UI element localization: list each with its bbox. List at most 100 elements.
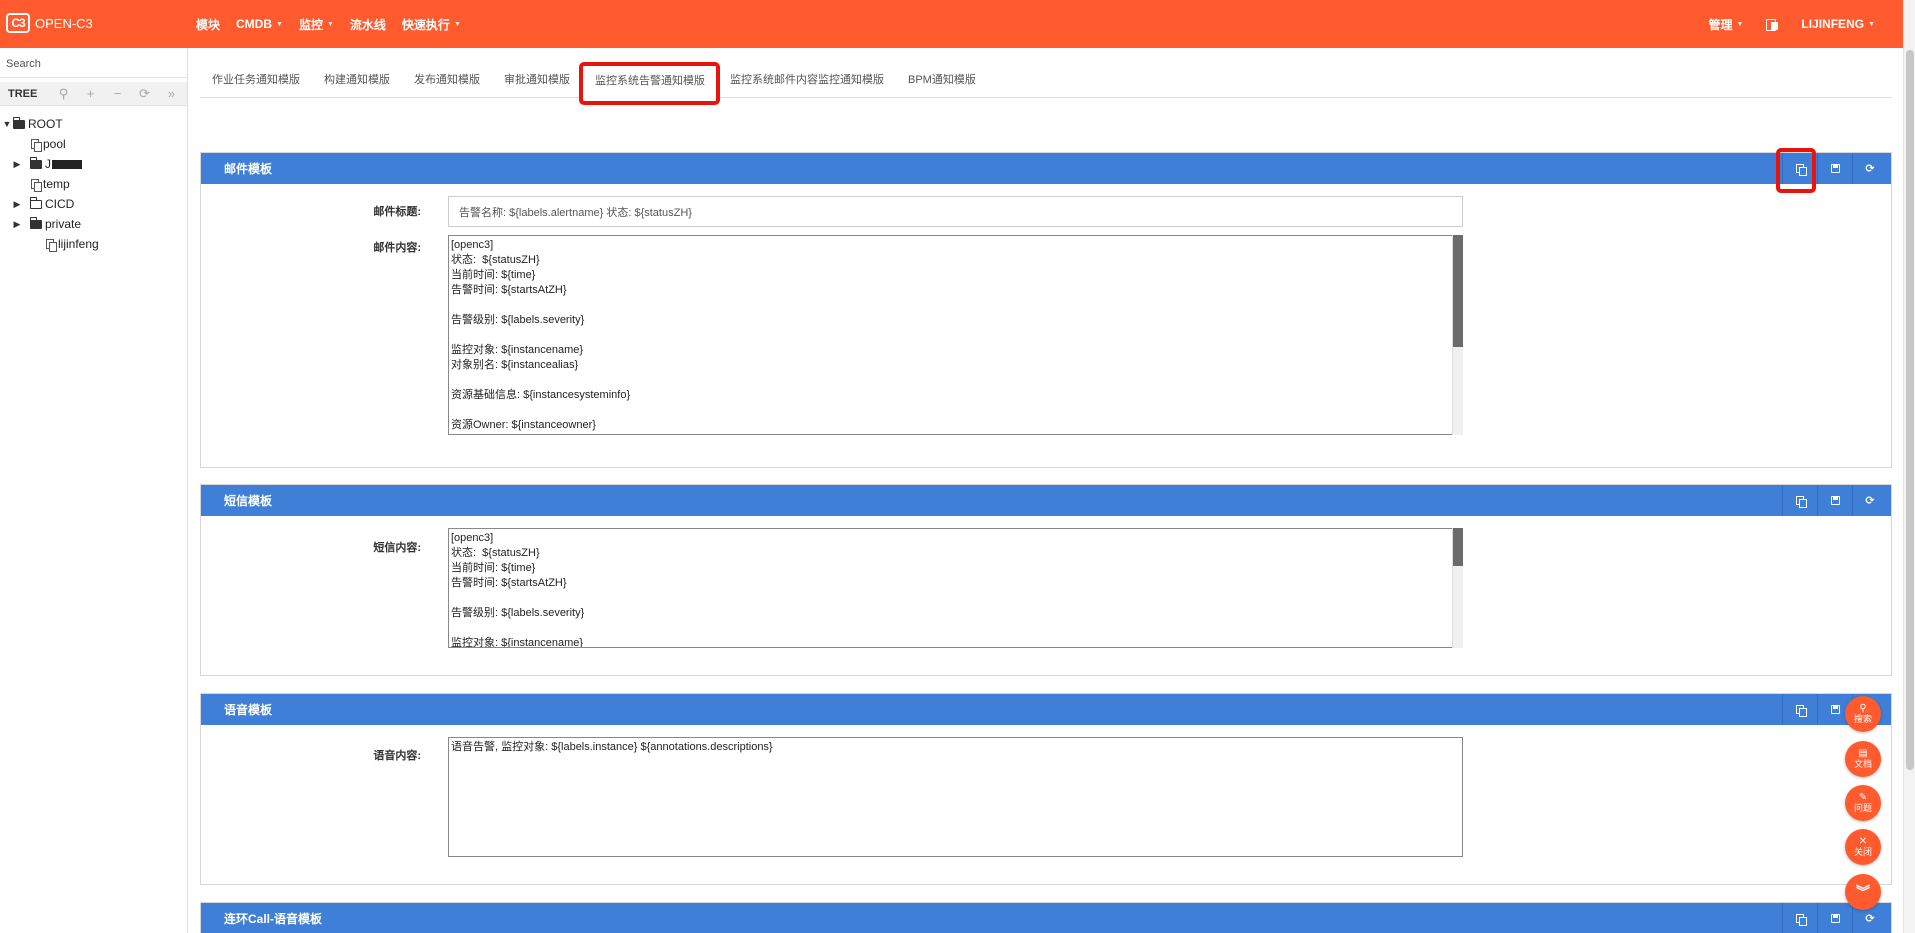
sms-content-textarea[interactable] (448, 528, 1463, 648)
main-nav: 模块 CMDB ▼ 监控▼ 流水线 快速执行▼ (196, 0, 477, 48)
folder-open-icon (13, 120, 25, 129)
copy-button[interactable] (1782, 153, 1817, 184)
tree-node-pool[interactable]: pool (0, 134, 187, 154)
tree-node-label: ROOT (28, 117, 63, 131)
voice-content-label: 语音内容: (321, 747, 421, 763)
panel-header: 短信模板 ⟳ (201, 485, 1891, 516)
language-switch[interactable] (1765, 17, 1779, 31)
voice-template-panel: 语音模板 ⟳ 语音内容: (200, 693, 1892, 885)
panel-title: 邮件模板 (224, 160, 272, 177)
double-chevron-down-icon: ︾ (1856, 887, 1870, 897)
email-content-textarea[interactable] (448, 235, 1463, 435)
textarea-scrollbar-thumb[interactable] (1453, 235, 1463, 347)
nav-manage[interactable]: 管理▼ (1708, 16, 1743, 33)
tree-node-cicd[interactable]: ▶ CICD (0, 194, 187, 214)
refresh-button[interactable]: ⟳ (1852, 153, 1887, 184)
nav-quick-exec[interactable]: 快速执行▼ (402, 16, 461, 33)
top-right-nav: 管理▼ LIJINFENG▼ (1686, 0, 1875, 48)
tree-node-label: lijinfeng (58, 237, 99, 251)
user-menu[interactable]: LIJINFENG▼ (1801, 17, 1875, 31)
chevron-down-icon: ▼ (454, 21, 461, 28)
tree-node-lijinfeng[interactable]: lijinfeng (0, 234, 187, 254)
locate-icon[interactable]: ⚲ (50, 86, 77, 102)
page-scrollbar[interactable] (1903, 0, 1915, 933)
save-button[interactable] (1817, 153, 1852, 184)
voice-content-textarea[interactable] (448, 737, 1463, 857)
textarea-scrollbar[interactable] (1452, 235, 1463, 435)
chevron-down-icon: ▼ (276, 21, 283, 28)
chevron-right-icon[interactable]: ▶ (11, 199, 23, 210)
search-icon: ⚲ (1859, 704, 1866, 714)
sidebar: TREE ⚲ + − ⟳ » ▼ ROOT pool ▶ J temp ▶ CI… (0, 48, 188, 933)
tab-monitor-mail-notify[interactable]: 监控系统邮件内容监控通知模版 (718, 64, 896, 97)
panel-header: 连环Call-语音模板 ⟳ (201, 903, 1891, 933)
save-icon (1831, 164, 1840, 173)
refresh-icon: ⟳ (1865, 162, 1874, 175)
tab-monitor-alert-notify[interactable]: 监控系统告警通知模版 (582, 64, 718, 98)
tab-job-notify[interactable]: 作业任务通知模版 (200, 64, 312, 97)
nav-cmdb[interactable]: CMDB ▼ (236, 17, 283, 31)
fab-search-button[interactable]: ⚲ 搜索 (1845, 696, 1881, 732)
nav-module-label: 模块 (196, 16, 220, 33)
nav-cmdb-label: CMDB (236, 17, 272, 31)
expand-icon[interactable]: » (158, 86, 185, 101)
fab-label: 关闭 (1854, 847, 1872, 858)
sms-content-wrap (448, 528, 1463, 648)
language-icon (1765, 17, 1779, 31)
panel-title: 短信模板 (224, 492, 272, 509)
remove-node-icon[interactable]: − (104, 86, 131, 101)
fab-collapse-button[interactable]: ︾ (1845, 874, 1881, 910)
fab-label: 搜索 (1854, 714, 1872, 725)
chevron-right-icon[interactable]: ▶ (11, 219, 23, 230)
tab-build-notify[interactable]: 构建通知模版 (312, 64, 402, 97)
call-voice-template-panel: 连环Call-语音模板 ⟳ (200, 902, 1892, 933)
email-content-wrap (448, 235, 1463, 435)
copy-button[interactable] (1782, 485, 1817, 516)
tree-node-root[interactable]: ▼ ROOT (0, 114, 187, 134)
book-icon: ▤ (1858, 749, 1867, 759)
chevron-right-icon[interactable]: ▶ (11, 159, 23, 170)
tree-node-private[interactable]: ▶ private (0, 214, 187, 234)
folder-open-icon (30, 160, 42, 169)
panel-actions: ⟳ (1782, 485, 1887, 516)
file-icon (31, 139, 41, 150)
tree-node-redacted[interactable]: ▶ J (0, 154, 187, 174)
copy-button[interactable] (1782, 903, 1817, 933)
chevron-down-icon: ▼ (327, 21, 334, 28)
tab-release-notify[interactable]: 发布通知模版 (402, 64, 492, 97)
page-scrollbar-thumb[interactable] (1906, 50, 1914, 770)
email-subject-input[interactable] (448, 196, 1463, 227)
refresh-icon: ⟳ (1865, 494, 1874, 507)
add-node-icon[interactable]: + (77, 86, 104, 101)
chevron-down-icon: ▼ (1868, 21, 1875, 28)
fab-issue-button[interactable]: ✎ 问题 (1845, 785, 1881, 821)
file-icon (31, 179, 41, 190)
fab-close-button[interactable]: ✕ 关闭 (1845, 829, 1881, 865)
copy-button[interactable] (1782, 694, 1817, 725)
tree-toolbar: TREE ⚲ + − ⟳ » (0, 82, 187, 106)
folder-open-icon (30, 220, 42, 229)
tree-node-temp[interactable]: temp (0, 174, 187, 194)
sms-template-panel: 短信模板 ⟳ 短信内容: (200, 484, 1892, 676)
textarea-scrollbar[interactable] (1452, 528, 1463, 648)
logo[interactable]: C3 OPEN-C3 (6, 13, 93, 33)
save-icon (1831, 914, 1840, 923)
service-tree: ▼ ROOT pool ▶ J temp ▶ CICD ▶ private (0, 114, 187, 254)
panel-title: 连环Call-语音模板 (224, 910, 322, 927)
tab-approval-notify[interactable]: 审批通知模版 (492, 64, 582, 97)
save-button[interactable] (1817, 485, 1852, 516)
chevron-down-icon[interactable]: ▼ (1, 119, 13, 129)
refresh-icon[interactable]: ⟳ (131, 86, 158, 102)
textarea-scrollbar-thumb[interactable] (1453, 528, 1463, 566)
nav-module[interactable]: 模块 (196, 16, 220, 33)
template-tabs: 作业任务通知模版 构建通知模版 发布通知模版 审批通知模版 监控系统告警通知模版… (200, 64, 1892, 98)
save-button[interactable] (1817, 903, 1852, 933)
tree-search-input[interactable] (0, 50, 187, 78)
nav-pipeline[interactable]: 流水线 (350, 16, 386, 33)
tab-bpm-notify[interactable]: BPM通知模版 (896, 64, 988, 97)
fab-label: 问题 (1854, 803, 1872, 814)
nav-monitor[interactable]: 监控▼ (299, 16, 334, 33)
sms-content-label: 短信内容: (321, 539, 421, 555)
fab-docs-button[interactable]: ▤ 文档 (1845, 741, 1881, 777)
refresh-button[interactable]: ⟳ (1852, 485, 1887, 516)
